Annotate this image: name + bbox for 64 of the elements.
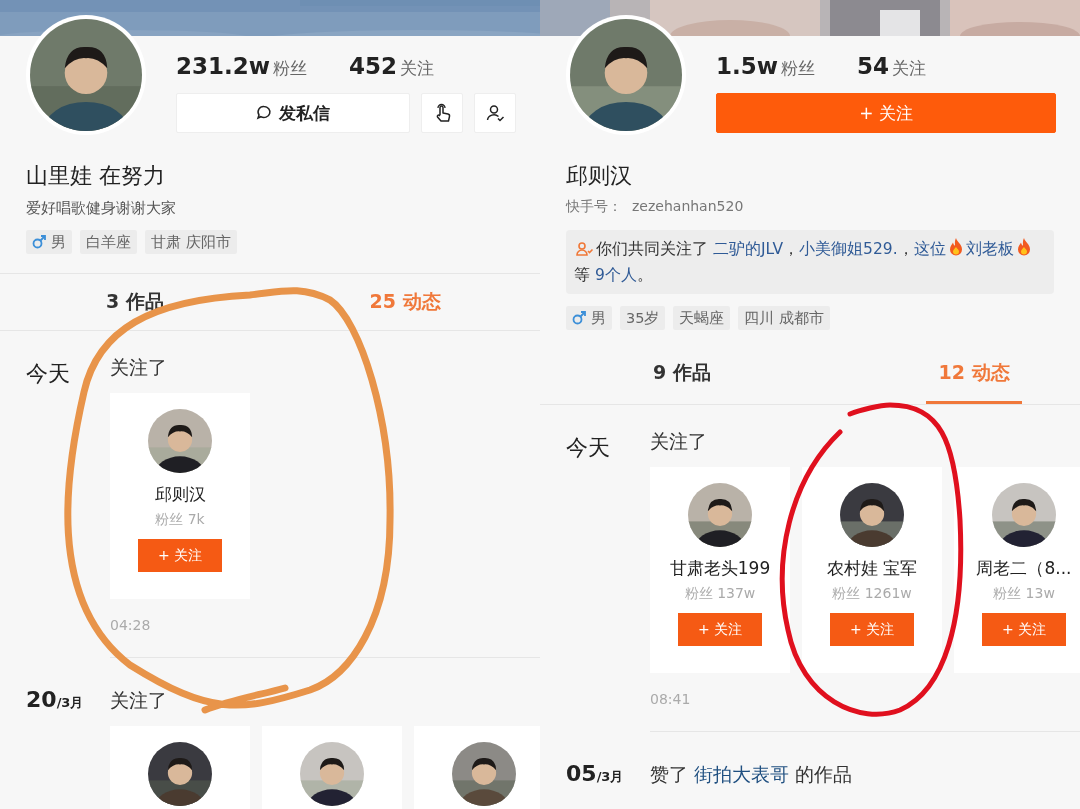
follow-button[interactable]: + 关注 [678, 613, 762, 646]
user-name: 邱则汉 [566, 162, 633, 190]
stat-number: 54 [857, 53, 889, 79]
user-card[interactable]: 邱则汉 粉丝 7k + 关注 [110, 393, 250, 599]
male-icon [572, 311, 586, 325]
user-link[interactable]: 二驴的JLV [712, 240, 784, 258]
date-label: 20/3月 [26, 687, 85, 714]
stat-label: 粉丝 [781, 57, 815, 80]
user-name: 山里娃 在努力 [26, 162, 166, 190]
tag-label: 35岁 [626, 308, 660, 328]
tag-label: 天蝎座 [679, 308, 725, 328]
flame-icon [1015, 237, 1032, 257]
follow-button[interactable]: + 关注 [830, 613, 914, 646]
follower-count: 粉丝 7k [155, 511, 205, 529]
user-check-button[interactable] [474, 93, 516, 133]
user-link[interactable]: 这位 [913, 240, 946, 258]
tag-label: 男 [591, 308, 606, 328]
bio-text: 爱好唱歌健身谢谢大家 [26, 199, 177, 218]
activity-text: 赞了 街拍大表哥 的作品 [650, 762, 854, 787]
user-name: 周老二（8... [976, 557, 1072, 580]
stat-number: 452 [349, 53, 397, 79]
timestamp: 04:28 [110, 617, 152, 635]
male-icon [32, 235, 46, 249]
follower-count: 粉丝 13w [993, 585, 1055, 603]
people-icon [576, 241, 594, 257]
stat-label: 关注 [400, 57, 434, 80]
id-label: 快手号： [566, 198, 622, 216]
id-value: zezehanhan520 [632, 198, 744, 216]
user-check-icon [485, 103, 505, 123]
tag-label: 甘肃 庆阳市 [151, 232, 231, 252]
user-link[interactable]: 小美御姐529. [799, 240, 898, 258]
user-link[interactable]: 街拍大表哥 [694, 763, 790, 785]
user-name: 甘肃老头199 [669, 557, 771, 580]
user-card[interactable]: 农村娃 宝军 粉丝 1261w + 关注 [802, 467, 942, 673]
activity-text: 关注了 [650, 429, 708, 454]
date-label: 今天 [566, 434, 611, 462]
follower-count: 粉丝 1261w [832, 585, 912, 603]
activity-text: 关注了 [110, 688, 168, 713]
stat-label: 关注 [892, 57, 926, 80]
user-card[interactable]: 周老二（8... 粉丝 13w + 关注 [954, 467, 1080, 673]
tag-label: 白羊座 [86, 232, 131, 252]
stat-label: 粉丝 [273, 57, 307, 80]
user-name: 邱则汉 [154, 483, 206, 506]
flame-icon [947, 237, 964, 257]
follower-count: 粉丝 137w [684, 585, 756, 603]
date-label: 05/3月 [566, 761, 625, 788]
hand-pointer-button[interactable] [421, 93, 463, 133]
message-button[interactable]: 发私信 [176, 93, 410, 133]
follow-button[interactable]: + 关注 [138, 539, 222, 572]
date-label: 今天 [26, 360, 71, 388]
chat-bubble-icon [256, 104, 274, 122]
tag-label: 男 [51, 232, 66, 252]
tag-label: 四川 成都市 [744, 308, 825, 328]
user-link[interactable]: 刘老板 [965, 240, 1014, 258]
user-link[interactable]: 9个人 [594, 266, 637, 284]
stat-number: 1.5w [716, 53, 778, 79]
activity-text: 关注了 [110, 355, 168, 380]
user-name: 农村娃 宝军 [826, 557, 918, 580]
stat-number: 231.2w [176, 53, 270, 79]
mutual-follow-text: 你们共同关注了 二驴的JLV，小美御姐529.，这位 刘老板 等 9个人。 [574, 236, 1046, 288]
follow-button[interactable]: + 关注 [982, 613, 1066, 646]
timestamp: 08:41 [650, 691, 692, 709]
user-card[interactable]: 甘肃老头199 粉丝 137w + 关注 [650, 467, 790, 673]
profile-tab[interactable]: 9 作品 [540, 342, 824, 404]
